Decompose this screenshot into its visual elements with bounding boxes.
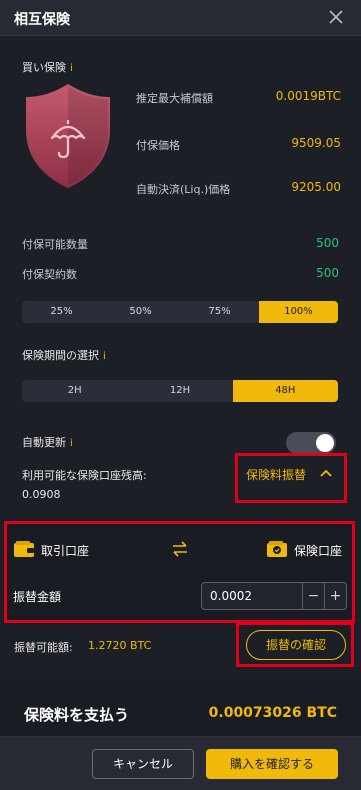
auto-renew-text: 自動更新 xyxy=(22,436,66,449)
to-account-label: 保険口座 xyxy=(294,544,343,558)
auto-renew-label: 自動更新 i xyxy=(22,434,73,450)
pay-premium-value: 0.00073026 BTC xyxy=(208,705,337,721)
period-option-2h[interactable]: 2H xyxy=(22,380,127,402)
transferable-value: 1.2720 BTC xyxy=(88,639,152,652)
insured-price-label: 付保価格 xyxy=(136,139,180,152)
transfer-amount-label: 振替金額 xyxy=(13,590,62,604)
percent-option-75[interactable]: 75% xyxy=(180,301,259,323)
wallet-icon xyxy=(14,541,34,557)
pay-premium-label: 保険料を支払う xyxy=(24,706,130,724)
buy-insurance-info-icon[interactable]: i xyxy=(70,63,73,74)
buy-insurance-text: 買い保険 xyxy=(22,61,66,74)
liq-price-value: 9205.00 xyxy=(291,180,341,194)
transfer-amount-value[interactable]: 0.0002 xyxy=(210,589,252,603)
transfer-amount-input[interactable]: 0.0002 − + xyxy=(201,582,347,610)
chevron-up-icon[interactable] xyxy=(319,468,333,478)
period-label: 保険期間の選択 i xyxy=(22,347,106,363)
transferable-label: 振替可能額: xyxy=(14,641,73,654)
confirm-purchase-button[interactable]: 購入を確認する xyxy=(206,749,338,779)
confirm-transfer-button[interactable]: 振替の確認 xyxy=(246,630,346,660)
percent-selector: 25% 50% 75% 100% xyxy=(22,301,338,323)
increment-button[interactable]: + xyxy=(324,583,346,609)
est-max-coverage-label: 推定最大補償額 xyxy=(136,92,213,105)
period-selector: 2H 12H 48H xyxy=(22,380,338,402)
period-text: 保険期間の選択 xyxy=(22,349,99,362)
percent-option-100[interactable]: 100% xyxy=(259,301,338,323)
dialog-header: 相互保険 xyxy=(0,0,361,36)
auto-renew-toggle[interactable] xyxy=(286,432,336,454)
shield-umbrella-icon xyxy=(26,84,110,188)
buy-insurance-label: 買い保険 i xyxy=(22,59,73,75)
insurance-balance-value: 0.0908 xyxy=(22,488,61,501)
swap-arrows-icon[interactable] xyxy=(171,541,189,557)
insured-contracts-value: 500 xyxy=(316,266,339,280)
insurance-wallet-icon xyxy=(267,541,287,557)
auto-renew-info-icon[interactable]: i xyxy=(70,438,73,449)
toggle-knob xyxy=(316,434,334,452)
insured-price-value: 9509.05 xyxy=(291,136,341,150)
est-max-coverage-value: 0.0019BTC xyxy=(275,89,341,103)
insurable-qty-value: 500 xyxy=(316,236,339,250)
period-info-icon[interactable]: i xyxy=(103,351,106,362)
insurance-balance-label: 利用可能な保険口座残高: xyxy=(22,469,147,482)
liq-price-label: 自動決済(Liq.)価格 xyxy=(136,183,231,196)
percent-option-50[interactable]: 50% xyxy=(101,301,180,323)
dialog-title: 相互保険 xyxy=(14,12,70,28)
percent-option-25[interactable]: 25% xyxy=(22,301,101,323)
premium-transfer-link[interactable]: 保険料振替 xyxy=(246,466,306,483)
cancel-button[interactable]: キャンセル xyxy=(92,749,194,779)
insured-contracts-label: 付保契約数 xyxy=(22,268,77,281)
dialog-footer: キャンセル 購入を確認する xyxy=(0,736,361,790)
decrement-button[interactable]: − xyxy=(302,583,324,609)
insurable-qty-label: 付保可能数量 xyxy=(22,238,88,251)
period-option-12h[interactable]: 12H xyxy=(127,380,232,402)
period-option-48h[interactable]: 48H xyxy=(232,380,338,402)
from-account-label: 取引口座 xyxy=(41,544,90,558)
pay-premium-row: 保険料を支払う 0.00073026 BTC xyxy=(0,680,361,736)
close-icon[interactable] xyxy=(325,6,347,28)
